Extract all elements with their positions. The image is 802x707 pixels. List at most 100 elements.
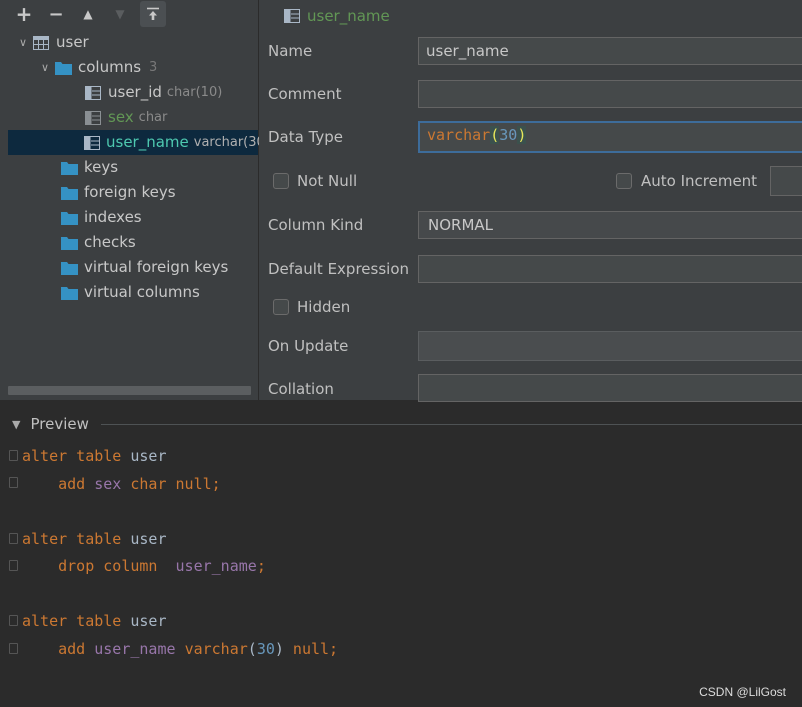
tree-node-table[interactable]: ∨ user xyxy=(16,30,89,55)
code-keyword: table xyxy=(67,447,131,465)
folder-icon xyxy=(60,235,78,251)
comment-field[interactable] xyxy=(418,80,802,108)
column-icon xyxy=(84,85,102,101)
structure-panel: + − ▲ ▼ ∨ user ∨ columns 3 user_id char(… xyxy=(0,0,270,400)
data-type-field[interactable]: varchar(30) xyxy=(418,121,802,153)
chevron-down-icon[interactable]: ∨ xyxy=(16,30,30,55)
tree-node-keys[interactable]: keys xyxy=(60,155,118,180)
fold-marker-icon[interactable] xyxy=(9,643,18,654)
tree-column-sex[interactable]: sex char xyxy=(84,105,167,130)
group-label: virtual foreign keys xyxy=(84,258,229,276)
tree-node-virtual-foreign-keys[interactable]: virtual foreign keys xyxy=(60,255,228,280)
tree-node-indexes[interactable]: indexes xyxy=(60,205,142,230)
code-line: alter table user xyxy=(22,446,167,466)
code-column: user_name xyxy=(175,557,257,575)
auto-increment-checkbox[interactable] xyxy=(616,173,632,189)
hidden-label: Hidden xyxy=(297,298,351,316)
remove-button[interactable]: − xyxy=(40,1,72,27)
preview-header[interactable]: ▼ Preview xyxy=(0,410,802,438)
tree-column-user-id[interactable]: user_id char(10) xyxy=(84,80,222,105)
tree-column-user-name[interactable]: user_name varchar(30) xyxy=(8,130,270,155)
code-keyword: drop xyxy=(58,557,95,575)
not-null-checkbox[interactable] xyxy=(273,173,289,189)
column-type: char(10) xyxy=(166,85,223,100)
column-name: sex xyxy=(108,108,134,126)
column-header: user_name xyxy=(283,4,390,28)
move-down-button[interactable]: ▼ xyxy=(104,1,136,27)
watermark: CSDN @LilGost xyxy=(699,685,786,699)
folder-icon xyxy=(60,285,78,301)
code-line: add sex char null; xyxy=(22,474,221,494)
group-label: checks xyxy=(84,233,136,251)
data-type-keyword: varchar xyxy=(427,126,491,144)
columns-count: 3 xyxy=(149,60,158,75)
group-label: foreign keys xyxy=(84,183,176,201)
data-type-open-paren: ( xyxy=(490,126,500,144)
folder-icon xyxy=(60,210,78,226)
comment-label: Comment xyxy=(268,85,342,103)
group-label: indexes xyxy=(84,208,142,226)
structure-toolbar: + − ▲ ▼ xyxy=(0,0,258,28)
code-punct: ; xyxy=(256,557,266,575)
tree-node-checks[interactable]: checks xyxy=(60,230,136,255)
code-punct: ( xyxy=(247,640,257,658)
fold-marker-icon[interactable] xyxy=(9,477,18,488)
code-line: alter table user xyxy=(22,611,167,631)
chevron-down-icon[interactable]: ∨ xyxy=(38,55,52,80)
code-line: drop column user_name; xyxy=(22,556,266,576)
tree-node-columns[interactable]: ∨ columns 3 xyxy=(38,55,157,80)
separator xyxy=(100,423,802,425)
tree-node-virtual-columns[interactable]: virtual columns xyxy=(60,280,200,305)
default-expression-field[interactable] xyxy=(418,255,802,283)
code-keyword: add xyxy=(58,640,86,658)
code-line: alter table user xyxy=(22,529,167,549)
column-name: user_name xyxy=(106,133,189,151)
column-title: user_name xyxy=(307,7,390,25)
code-keyword: alter xyxy=(22,612,68,630)
horizontal-scrollbar[interactable] xyxy=(8,386,251,395)
code-identifier: user xyxy=(130,447,167,465)
move-to-top-button[interactable] xyxy=(140,1,166,27)
move-to-top-icon xyxy=(147,7,159,20)
auto-increment-label: Auto Increment xyxy=(641,172,758,190)
on-update-label: On Update xyxy=(268,337,349,355)
column-icon xyxy=(84,110,102,126)
tree-node-foreign-keys[interactable]: foreign keys xyxy=(60,180,176,205)
collation-field[interactable] xyxy=(418,374,802,402)
preview-title: Preview xyxy=(30,415,89,433)
add-button[interactable]: + xyxy=(8,1,40,27)
fold-marker-icon[interactable] xyxy=(9,533,18,544)
code-keyword: table xyxy=(67,612,131,630)
columns-label: columns xyxy=(78,58,142,76)
name-field[interactable]: user_name xyxy=(418,37,802,65)
group-label: keys xyxy=(84,158,119,176)
column-kind-select[interactable]: NORMAL xyxy=(418,211,802,239)
folder-icon xyxy=(60,260,78,276)
not-null-label: Not Null xyxy=(297,172,358,190)
code-keyword: add xyxy=(58,475,86,493)
hidden-checkbox[interactable] xyxy=(273,299,289,315)
table-name: user xyxy=(56,33,89,51)
fold-marker-icon[interactable] xyxy=(9,560,18,571)
code-keyword: alter xyxy=(22,530,68,548)
on-update-field[interactable] xyxy=(418,331,802,361)
code-type: char xyxy=(130,475,167,493)
move-up-button[interactable]: ▲ xyxy=(72,1,104,27)
code-keyword: column xyxy=(94,557,167,575)
fold-marker-icon[interactable] xyxy=(9,450,18,461)
data-type-length: 30 xyxy=(499,126,518,144)
name-label: Name xyxy=(268,42,313,60)
code-keyword: null; xyxy=(283,640,339,658)
fold-marker-icon[interactable] xyxy=(9,615,18,626)
preview-code[interactable]: alter table user add sex char null; alte… xyxy=(0,440,802,707)
data-type-close-paren: ) xyxy=(517,126,527,144)
collation-label: Collation xyxy=(268,380,334,398)
auto-increment-field[interactable] xyxy=(770,166,802,196)
column-type: char xyxy=(138,110,168,125)
data-type-label: Data Type xyxy=(268,128,344,146)
folder-icon xyxy=(60,185,78,201)
collapse-triangle-icon[interactable]: ▼ xyxy=(12,418,20,431)
column-kind-label: Column Kind xyxy=(268,216,364,234)
folder-icon xyxy=(54,60,72,76)
table-icon xyxy=(32,35,50,51)
